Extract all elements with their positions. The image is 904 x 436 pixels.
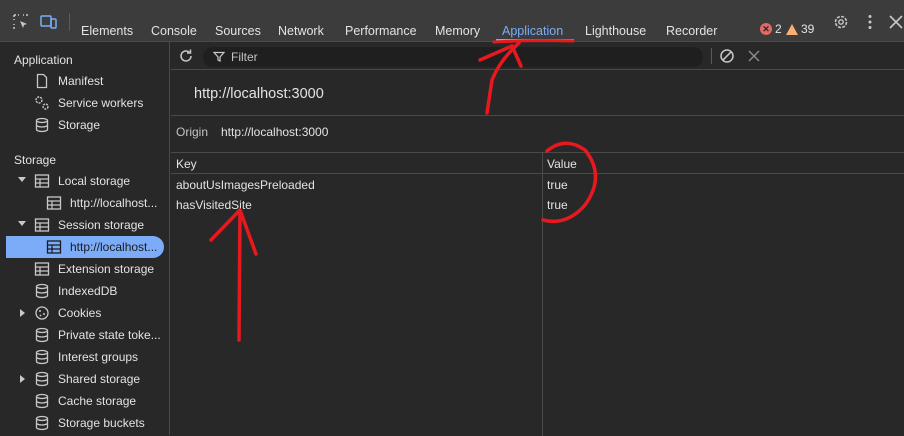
sidebar-item-private-state-tokens[interactable]: Private state toke... [0,324,169,346]
table-row[interactable]: hasVisitedSite true [171,195,904,215]
database-icon [35,371,49,387]
database-icon [35,327,49,343]
row-value: true [547,198,568,212]
database-icon [35,283,49,299]
inspect-element-icon[interactable] [12,13,30,31]
warning-count: 39 [801,22,815,36]
warning-icon [786,23,798,35]
cookie-icon [35,306,49,320]
grid-header: Key Value [171,153,904,174]
filter-funnel-icon [213,51,225,62]
device-toolbar-icon[interactable] [40,13,58,31]
origin-info-row: Origin http://localhost:3000 [171,116,904,152]
devtools-tab-bar: Elements Console Sources Network Perform… [0,0,904,42]
origin-header: http://localhost:3000 [171,70,904,116]
error-count-badge[interactable]: ✕ 2 [760,22,782,36]
document-icon [36,73,48,89]
column-header-key[interactable]: Key [176,157,197,171]
sidebar-item-extension-storage[interactable]: Extension storage [0,258,169,280]
storage-data-grid: Key Value aboutUsImagesPreloaded true ha… [171,152,904,436]
table-icon [46,240,62,254]
settings-gear-icon[interactable] [832,13,850,31]
more-options-icon[interactable] [861,13,879,31]
sidebar-item-local-storage-origin[interactable]: http://localhost... [0,192,169,214]
expand-arrow-icon[interactable] [18,221,26,226]
table-icon [46,196,62,210]
collapse-arrow-icon[interactable] [20,375,25,383]
sidebar-item-session-storage[interactable]: Session storage [0,214,169,236]
sidebar-item-storage[interactable]: Storage [0,114,169,136]
gears-icon [35,96,49,110]
storage-main-panel: http://localhost:3000 Origin http://loca… [171,42,904,436]
close-devtools-icon[interactable] [887,13,904,31]
database-icon [35,415,49,431]
refresh-icon[interactable] [178,48,194,64]
storage-toolbar [171,42,904,70]
column-header-value[interactable]: Value [547,157,577,171]
sidebar-item-indexeddb[interactable]: IndexedDB [0,280,169,302]
filter-field[interactable] [203,47,703,67]
sidebar-item-manifest[interactable]: Manifest [0,70,169,92]
table-icon [34,218,50,232]
database-icon [35,117,49,133]
sidebar-item-shared-storage[interactable]: Shared storage [0,368,169,390]
application-sidebar: Application Manifest Service workers Sto… [0,42,170,435]
error-icon: ✕ [760,23,772,35]
origin-heading: http://localhost:3000 [194,86,324,102]
row-key: aboutUsImagesPreloaded [176,178,315,192]
sidebar-item-cache-storage[interactable]: Cache storage [0,390,169,412]
sidebar-section-storage: Storage [14,153,57,167]
sidebar-item-storage-buckets[interactable]: Storage buckets [0,412,169,434]
origin-label: Origin [176,125,209,139]
origin-value: http://localhost:3000 [221,125,329,139]
database-icon [35,393,49,409]
filter-input[interactable] [231,49,691,65]
sidebar-item-local-storage[interactable]: Local storage [0,170,169,192]
expand-arrow-icon[interactable] [18,177,26,182]
sidebar-item-session-storage-origin[interactable]: http://localhost... [0,236,169,258]
table-row[interactable]: aboutUsImagesPreloaded true [171,175,904,195]
sidebar-item-service-workers[interactable]: Service workers [0,92,169,114]
collapse-arrow-icon[interactable] [20,309,25,317]
database-icon [35,349,49,365]
error-count: 2 [775,22,782,36]
sidebar-section-application: Application [14,53,73,67]
delete-selected-icon[interactable] [747,49,761,63]
table-icon [34,262,50,276]
toolbar-separator [711,48,712,64]
clear-all-icon[interactable] [719,48,735,64]
toolbar-separator [69,13,70,31]
table-icon [34,174,50,188]
sidebar-item-interest-groups[interactable]: Interest groups [0,346,169,368]
row-value: true [547,178,568,192]
sidebar-item-cookies[interactable]: Cookies [0,302,169,324]
row-key: hasVisitedSite [176,198,252,212]
warning-count-badge[interactable]: 39 [786,22,814,36]
